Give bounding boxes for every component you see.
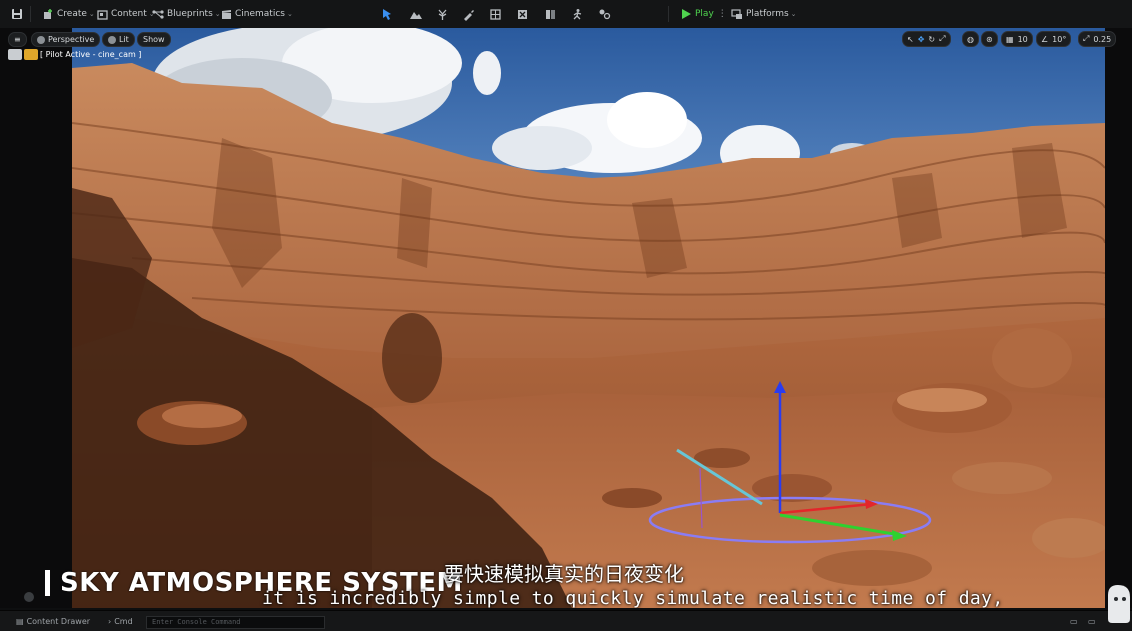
landscape-mode-icon[interactable] bbox=[408, 7, 422, 21]
cmd-label: Cmd bbox=[114, 616, 133, 626]
pilot-label: [ Pilot Active - cine_cam ] bbox=[40, 50, 142, 59]
create-label: Create bbox=[57, 9, 87, 19]
toolbar-divider bbox=[668, 6, 669, 22]
rotation-snap-value: 10° bbox=[1052, 34, 1067, 44]
blueprints-label: Blueprints bbox=[167, 9, 213, 19]
clapperboard-icon bbox=[220, 8, 232, 20]
grid-snap-value: 10 bbox=[1017, 34, 1028, 44]
lit-label: Lit bbox=[119, 35, 129, 44]
viewport-render bbox=[72, 28, 1105, 608]
modeling-mode-icon[interactable] bbox=[597, 7, 611, 21]
select-tool-icon[interactable]: ↖ bbox=[907, 35, 914, 44]
content-icon bbox=[96, 8, 108, 20]
animation-mode-icon[interactable] bbox=[570, 7, 584, 21]
rotation-snap-icon: ∠ bbox=[1041, 34, 1049, 44]
rotation-snap-control[interactable]: ∠ 10° bbox=[1036, 31, 1072, 47]
notifications-icon[interactable]: ▭ bbox=[1088, 615, 1096, 627]
scale-snap-icon: ⤢ bbox=[1083, 34, 1090, 43]
paint-mode-icon[interactable] bbox=[461, 7, 475, 21]
main-toolbar: Create ⌄ Content ⌄ Blueprints ⌄ Cinematics ⌄… bbox=[0, 0, 1132, 29]
blueprints-menu[interactable]: Blueprints ⌄ bbox=[152, 6, 221, 22]
source-control-icon[interactable]: ▭ bbox=[1070, 615, 1078, 627]
title-accent-bar bbox=[45, 570, 50, 596]
hamburger-icon: ≡ bbox=[14, 35, 21, 44]
scale-tool-icon[interactable]: ⤢ bbox=[939, 34, 945, 44]
play-button[interactable]: Play ⋮ bbox=[680, 6, 727, 22]
chevron-down-icon: ⌄ bbox=[88, 10, 95, 18]
show-button[interactable]: Show bbox=[137, 32, 171, 47]
toolbar-divider bbox=[30, 6, 31, 22]
translate-tool-icon[interactable]: ✥ bbox=[918, 35, 925, 44]
scale-snap-control[interactable]: ⤢ 0.25 bbox=[1078, 31, 1117, 47]
more-options-icon[interactable]: ⋮ bbox=[718, 9, 727, 19]
brush-mode-icon[interactable] bbox=[543, 7, 557, 21]
fracture-mode-icon[interactable] bbox=[515, 7, 529, 21]
cinematics-label: Cinematics bbox=[235, 9, 285, 19]
create-icon bbox=[42, 8, 54, 20]
pilot-camera-icon bbox=[8, 49, 22, 60]
grid-snap-control[interactable]: ▦ 10 bbox=[1001, 31, 1033, 47]
cinematics-menu[interactable]: Cinematics ⌄ bbox=[220, 6, 293, 22]
drawer-icon: ▤ bbox=[16, 616, 24, 626]
lit-button[interactable]: Lit bbox=[102, 32, 135, 47]
subtitle-english: it is incredibly simple to quickly simul… bbox=[262, 588, 1004, 609]
scale-snap-value: 0.25 bbox=[1093, 34, 1112, 44]
left-panel-gutter bbox=[0, 28, 72, 608]
console-input[interactable]: Enter Console Command bbox=[146, 616, 325, 629]
perspective-label: Perspective bbox=[48, 35, 95, 44]
perspective-button[interactable]: Perspective bbox=[31, 32, 101, 47]
content-drawer-button[interactable]: ▤ Content Drawer bbox=[16, 615, 90, 627]
content-label: Content bbox=[111, 9, 147, 19]
subtitle-chinese: 要快速模拟真实的日夜变化 bbox=[444, 562, 684, 586]
chevron-down-icon: ⌄ bbox=[790, 10, 797, 18]
surface-snap-icon: ⊛ bbox=[986, 34, 993, 44]
terminal-icon: › bbox=[108, 616, 112, 626]
camera-icon bbox=[37, 35, 45, 44]
rotate-tool-icon[interactable]: ↻ bbox=[928, 35, 935, 44]
record-indicator-icon bbox=[24, 592, 34, 602]
foliage-mode-icon[interactable] bbox=[435, 7, 449, 21]
show-label: Show bbox=[143, 35, 165, 44]
platforms-icon bbox=[731, 8, 743, 20]
pilot-eject-icon[interactable] bbox=[24, 49, 38, 60]
play-icon bbox=[680, 8, 692, 20]
mesh-mode-icon[interactable] bbox=[488, 7, 502, 21]
select-mode-icon[interactable] bbox=[380, 7, 394, 21]
pilot-indicator[interactable]: [ Pilot Active - cine_cam ] bbox=[8, 48, 141, 61]
world-space-icon: ◍ bbox=[967, 34, 974, 44]
chevron-down-icon: ⌄ bbox=[286, 10, 293, 18]
cmd-button[interactable]: › Cmd bbox=[108, 615, 133, 627]
surface-snapping-toggle[interactable]: ⊛ bbox=[981, 31, 998, 47]
content-drawer-label: Content Drawer bbox=[26, 616, 91, 626]
platforms-menu[interactable]: Platforms ⌄ bbox=[731, 6, 797, 22]
bottom-status-bar: ▤ Content Drawer › Cmd Enter Console Com… bbox=[0, 610, 1132, 631]
blueprints-icon bbox=[152, 8, 164, 20]
coordinate-space-toggle[interactable]: ◍ bbox=[962, 31, 979, 47]
platforms-label: Platforms bbox=[746, 9, 789, 19]
grid-snap-icon: ▦ bbox=[1006, 34, 1014, 44]
level-viewport[interactable]: ≡ bbox=[72, 28, 1105, 608]
transform-tools: ↖ ✥ ↻ ⤢ bbox=[902, 31, 951, 47]
viewport-options-button[interactable]: ≡ bbox=[8, 32, 27, 47]
create-menu[interactable]: Create ⌄ bbox=[42, 6, 95, 22]
app-logo-icon bbox=[1108, 585, 1130, 623]
right-panel-gutter bbox=[1105, 28, 1132, 608]
lit-icon bbox=[108, 35, 116, 44]
content-menu[interactable]: Content ⌄ bbox=[96, 6, 155, 22]
save-icon[interactable] bbox=[10, 7, 24, 21]
play-label: Play bbox=[695, 9, 714, 19]
